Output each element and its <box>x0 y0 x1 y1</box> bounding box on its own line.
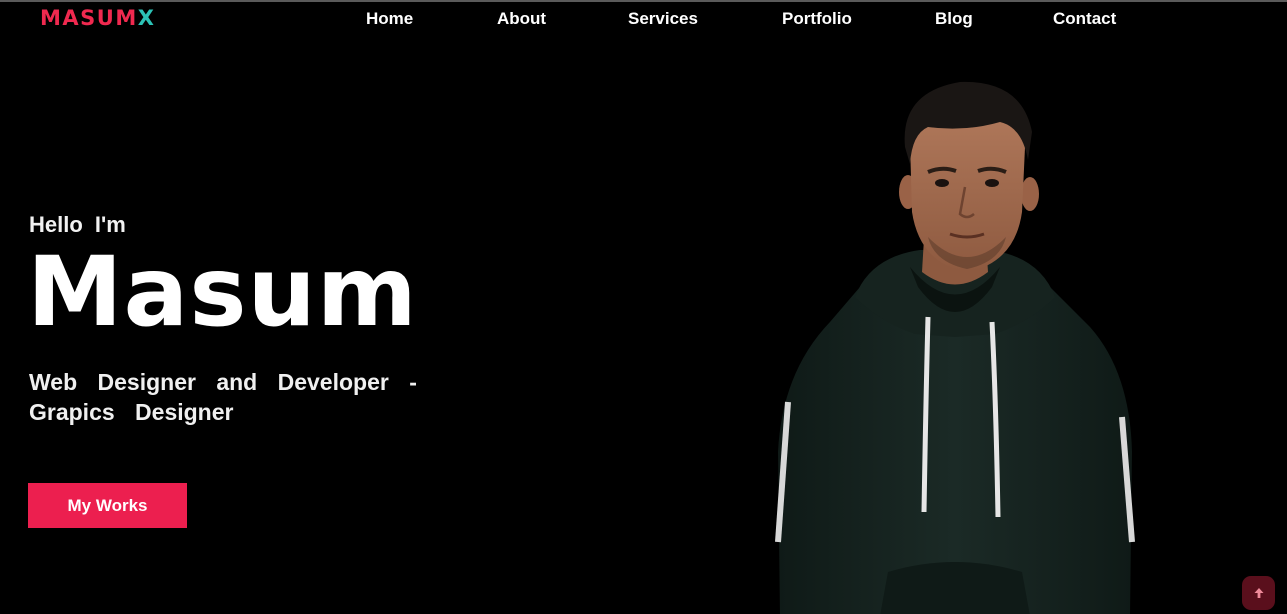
nav-home[interactable]: Home <box>366 9 413 29</box>
nav-blog[interactable]: Blog <box>935 9 973 29</box>
hero-role-line-2: Grapics Designer <box>29 399 234 425</box>
hero-role-line-1: Web Designer and Developer - <box>29 369 417 395</box>
hero-greeting: Hello I'm <box>29 212 126 237</box>
nav-services[interactable]: Services <box>628 9 698 29</box>
nav-portfolio[interactable]: Portfolio <box>782 9 852 29</box>
nav-contact[interactable]: Contact <box>1053 9 1116 29</box>
page: MASUMX Home About Services Portfolio Blo… <box>0 0 1287 614</box>
hero-role: Web Designer and Developer - Grapics Des… <box>29 367 457 427</box>
portrait-image <box>775 81 1135 614</box>
scroll-top-button[interactable] <box>1242 576 1275 610</box>
main-nav: Home About Services Portfolio Blog Conta… <box>0 9 1287 31</box>
my-works-button[interactable]: My Works <box>28 483 187 528</box>
nav-about[interactable]: About <box>497 9 546 29</box>
arrow-up-icon <box>1254 588 1263 598</box>
hero-name: Masum <box>27 236 418 348</box>
